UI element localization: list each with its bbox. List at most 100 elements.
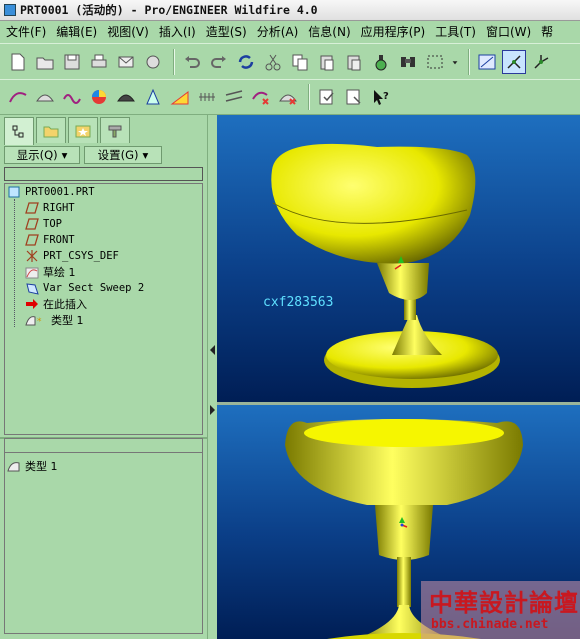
main-toolbar <box>0 43 580 79</box>
model-tree: PRT0001.PRT RIGHT TOP FRONT PRT_CSYS_DEF… <box>4 183 203 435</box>
forum-watermark: 中華設計論壇 bbs.chinade.net <box>421 581 580 639</box>
menu-info[interactable]: 信息(N) <box>308 23 350 40</box>
send-link-icon[interactable] <box>141 50 165 74</box>
toolbar-separator <box>173 48 175 75</box>
tree-item-sketch[interactable]: 草绘 1 <box>25 264 76 280</box>
tree-item-insert-here[interactable]: 在此插入 <box>25 296 87 312</box>
sidebar-tabs <box>4 117 132 145</box>
tree-filter-field[interactable] <box>4 167 203 181</box>
menu-style[interactable]: 造型(S) <box>206 23 247 40</box>
tab-connections[interactable] <box>100 117 130 143</box>
tree-item-label: RIGHT <box>43 202 75 214</box>
tree-item-label: FRONT <box>43 234 75 246</box>
insert-here-icon <box>25 297 39 311</box>
menu-applications[interactable]: 应用程序(P) <box>361 23 426 40</box>
tree-item-label: Var Sect Sweep 2 <box>43 282 145 294</box>
toolbar-separator <box>308 84 310 110</box>
slope-icon[interactable] <box>168 85 192 109</box>
surface-analysis-icon[interactable] <box>33 85 57 109</box>
tree-item-front[interactable]: FRONT <box>25 232 75 248</box>
chevron-down-icon: ▾ <box>61 148 68 162</box>
settings-dropdown[interactable]: 设置(G) ▾ <box>84 146 162 164</box>
curve-analysis-icon[interactable] <box>6 85 30 109</box>
find-icon[interactable] <box>396 50 420 74</box>
menu-analysis[interactable]: 分析(A) <box>257 23 299 40</box>
tree-item-right[interactable]: RIGHT <box>25 200 75 216</box>
tab-model-tree[interactable] <box>4 117 34 145</box>
tree-item-label: 类型 1 <box>51 314 84 327</box>
tree-item-top[interactable]: TOP <box>25 216 62 232</box>
menu-view[interactable]: 视图(V) <box>107 23 149 40</box>
section-icon[interactable] <box>195 85 219 109</box>
menu-window[interactable]: 窗口(W) <box>486 23 531 40</box>
color-map-icon[interactable] <box>87 85 111 109</box>
chevron-down-icon: ▾ <box>142 148 149 162</box>
style-icon: * <box>25 313 47 327</box>
model-view-iso <box>271 143 500 388</box>
axis-display-icon[interactable] <box>502 49 526 74</box>
hide-analysis-icon[interactable] <box>342 85 366 109</box>
save-icon[interactable] <box>60 50 84 74</box>
sidebar-splitter[interactable] <box>207 115 217 639</box>
svg-text:?: ? <box>383 91 389 102</box>
undo-icon[interactable] <box>180 50 204 74</box>
collapse-left-icon[interactable] <box>210 345 215 355</box>
cut-icon[interactable] <box>261 50 285 74</box>
csys-display-icon[interactable] <box>529 50 553 74</box>
send-mail-icon[interactable] <box>114 50 138 74</box>
lamp-icon[interactable] <box>369 50 393 74</box>
detail-item-label: 类型 1 <box>25 460 58 473</box>
expand-right-icon[interactable] <box>210 405 215 415</box>
menu-bar: 文件(F) 编辑(E) 视图(V) 插入(I) 造型(S) 分析(A) 信息(N… <box>0 21 580 42</box>
menu-help[interactable]: 帮 <box>541 23 553 40</box>
datum-plane-icon <box>25 217 39 231</box>
detail-panel-header <box>5 439 202 453</box>
datum-display-icon[interactable] <box>475 50 499 74</box>
menu-insert[interactable]: 插入(I) <box>159 23 196 40</box>
paste-special-icon[interactable] <box>342 50 366 74</box>
app-icon <box>4 4 16 16</box>
title-bar: PRT0001 (活动的) - Pro/ENGINEER Wildfire 4.… <box>0 0 580 21</box>
watermark-url: bbs.chinade.net <box>431 617 549 632</box>
toolbar-separator <box>468 48 470 75</box>
context-help-icon[interactable]: ? <box>369 85 393 109</box>
menu-tools[interactable]: 工具(T) <box>435 23 476 40</box>
draft-icon[interactable] <box>141 85 165 109</box>
redo-icon[interactable] <box>207 50 231 74</box>
delete-analysis-icon[interactable] <box>249 85 273 109</box>
new-file-icon[interactable] <box>6 50 30 74</box>
show-dropdown[interactable]: 显示(Q) ▾ <box>4 146 80 164</box>
menu-file[interactable]: 文件(F) <box>6 23 46 40</box>
svg-text:*: * <box>37 317 42 327</box>
menu-edit[interactable]: 编辑(E) <box>56 23 97 40</box>
offset-icon[interactable] <box>222 85 246 109</box>
detail-item-style[interactable]: 类型 1 <box>7 458 58 474</box>
copy-icon[interactable] <box>288 50 312 74</box>
style-toolbar: ? <box>0 79 580 115</box>
reflection-icon[interactable] <box>114 85 138 109</box>
model-annotation-label: cxf283563 <box>263 295 334 310</box>
datum-plane-icon <box>25 233 39 247</box>
tree-item-var-sect-sweep[interactable]: Var Sect Sweep 2 <box>25 280 144 296</box>
tab-folder-browser[interactable] <box>36 117 66 143</box>
tree-item-csys[interactable]: PRT_CSYS_DEF <box>25 248 119 264</box>
select-dropdown-icon[interactable] <box>450 50 460 74</box>
curvature-icon[interactable] <box>60 85 84 109</box>
paste-icon[interactable] <box>315 50 339 74</box>
tree-item-part[interactable]: PRT0001.PRT <box>7 184 95 200</box>
sidebar: 显示(Q) ▾ 设置(G) ▾ PRT0001.PRT RIGHT TOP FR… <box>0 115 207 639</box>
part-icon <box>7 185 21 199</box>
sweep-icon <box>25 281 39 295</box>
select-box-icon[interactable] <box>423 50 447 74</box>
style-icon <box>7 459 21 473</box>
tree-item-style[interactable]: * 类型 1 <box>25 312 84 328</box>
regenerate-icon[interactable] <box>234 50 258 74</box>
graphics-window-top[interactable]: cxf283563 <box>217 115 580 402</box>
tree-item-label: TOP <box>43 218 62 230</box>
print-icon[interactable] <box>87 50 111 74</box>
open-folder-icon[interactable] <box>33 50 57 74</box>
saved-analysis-icon[interactable] <box>315 85 339 109</box>
delete-surface-analysis-icon[interactable] <box>276 85 300 109</box>
tab-favorites[interactable] <box>68 117 98 143</box>
window-title: PRT0001 (活动的) - Pro/ENGINEER Wildfire 4.… <box>20 3 318 17</box>
